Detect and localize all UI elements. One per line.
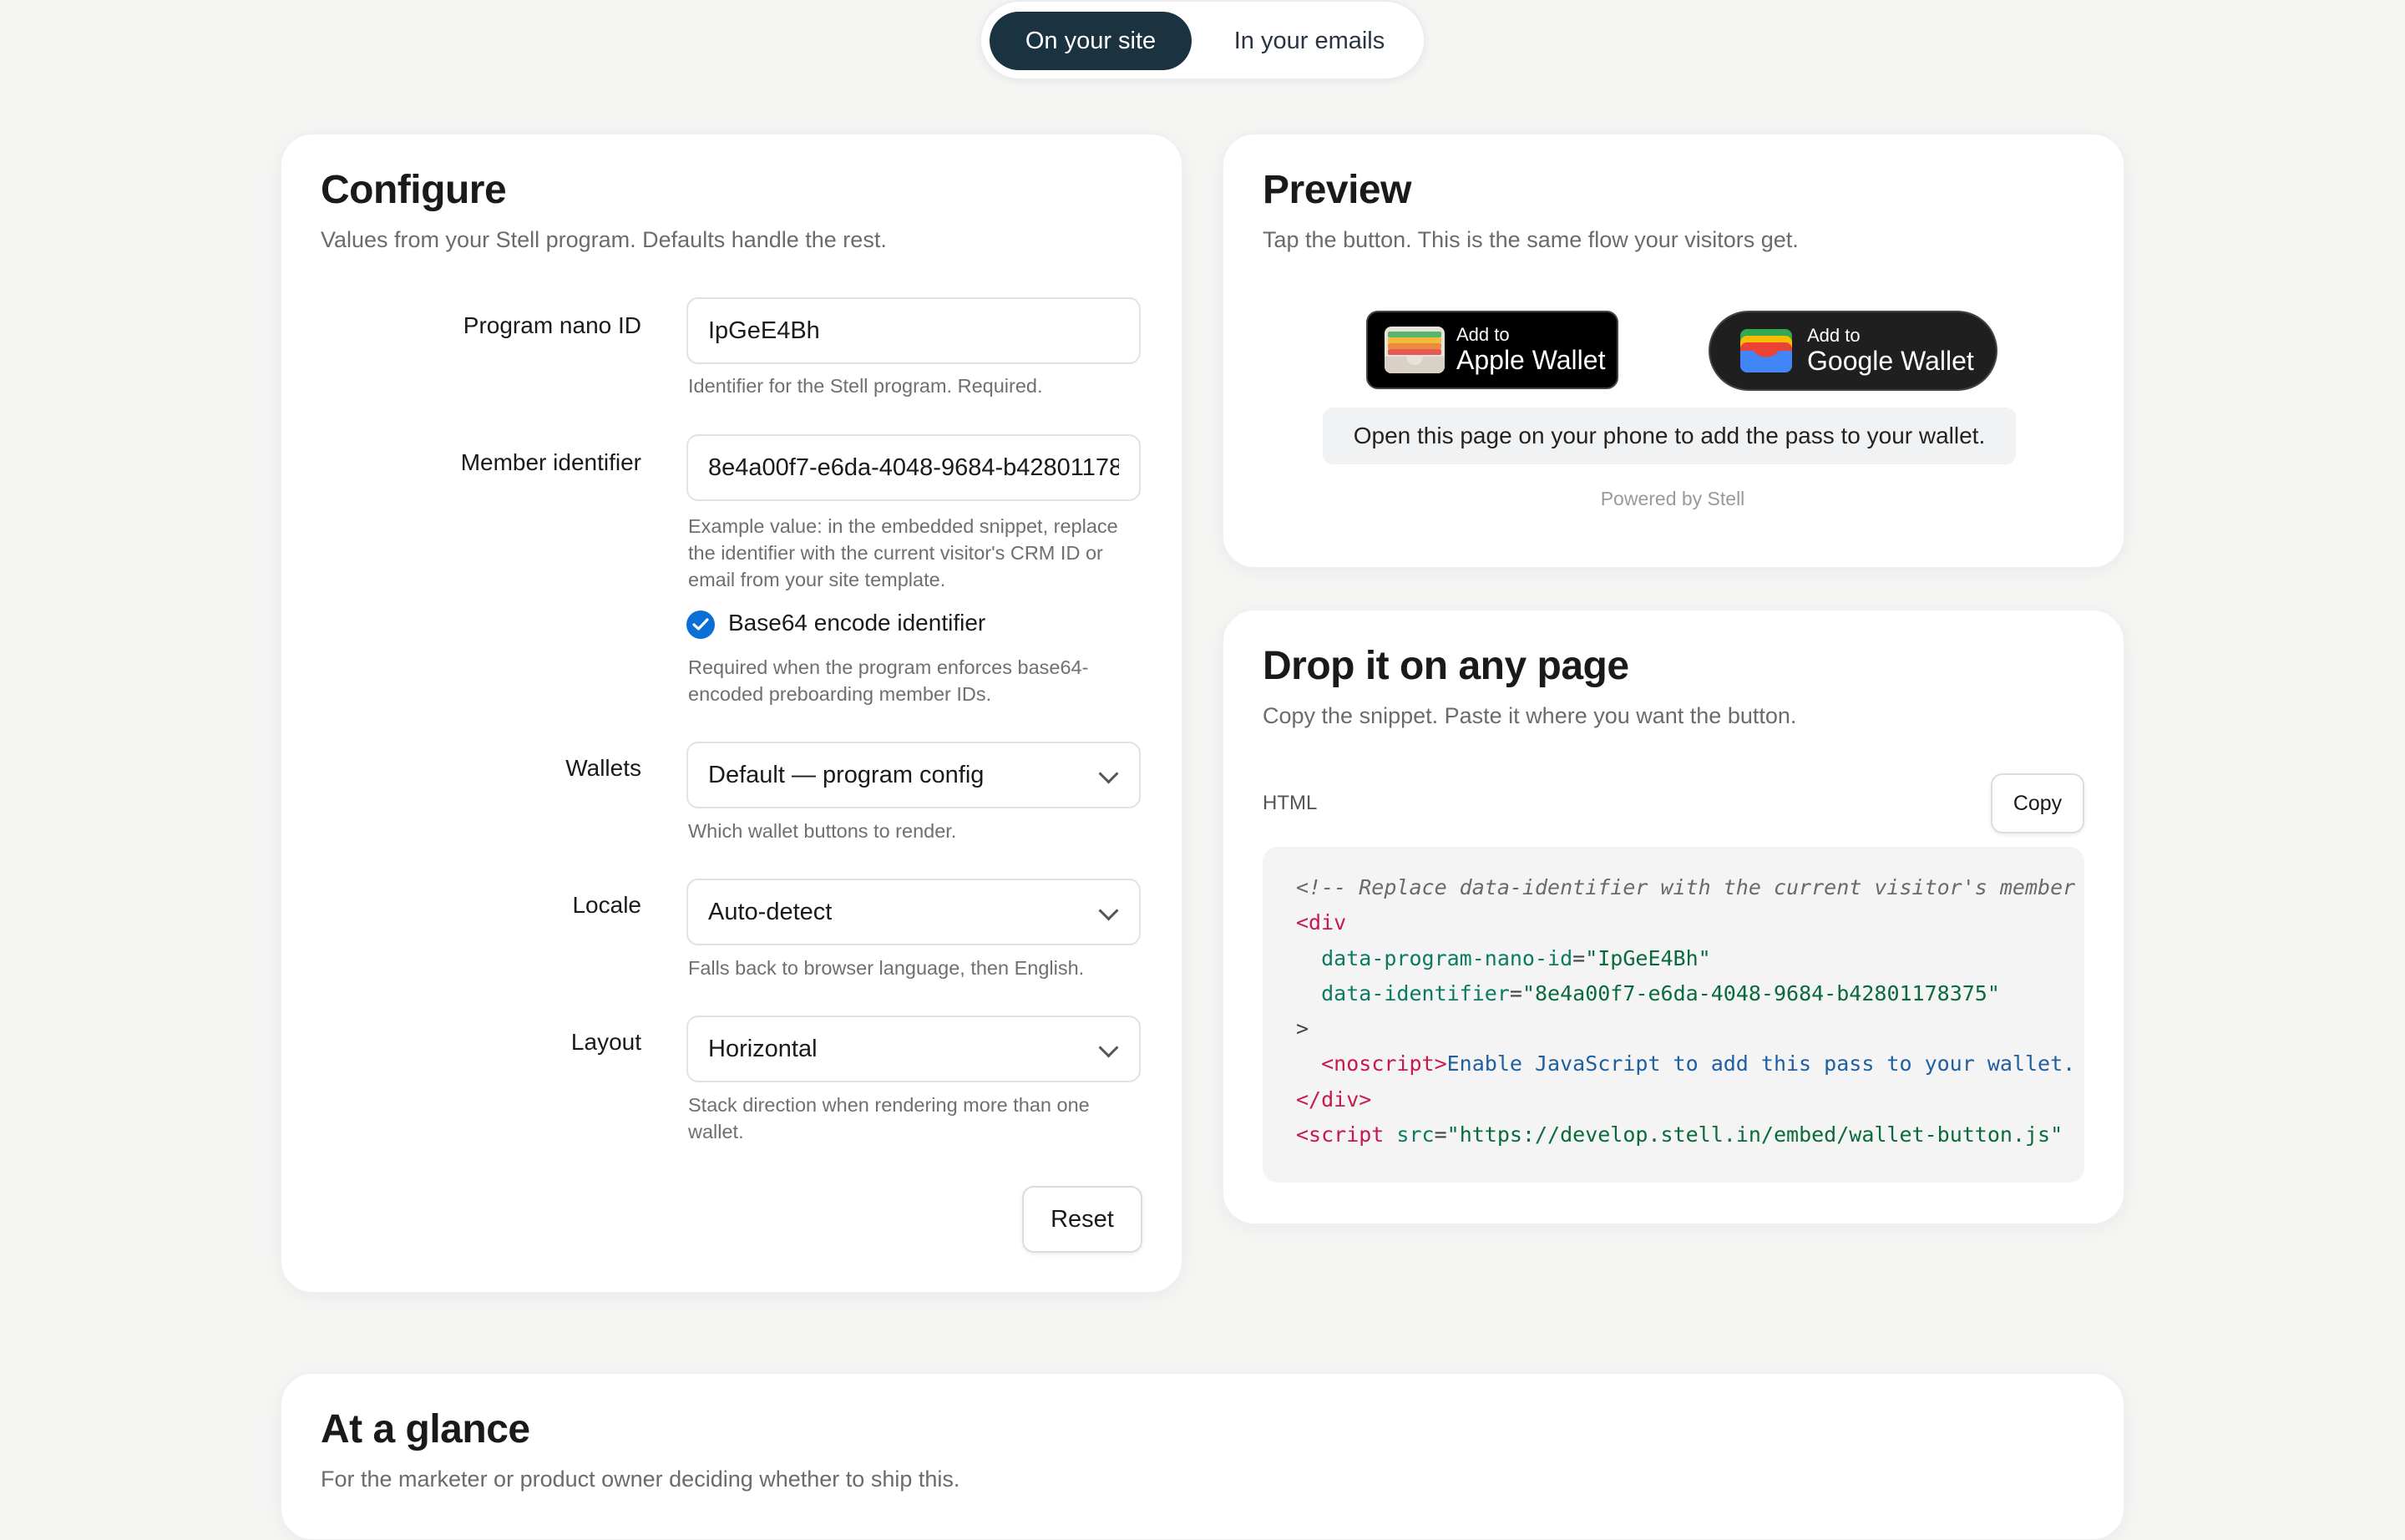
code-attr-nano-id-value: "IpGeE4Bh" [1585, 945, 1711, 970]
code-script-tag: <script [1296, 1122, 1385, 1147]
add-to-google-wallet-button[interactable]: Add to Google Wallet [1709, 311, 1997, 391]
layout-select-value: Horizontal [708, 1035, 818, 1062]
snippet-language-label: HTML [1263, 792, 1318, 814]
program-nano-id-input[interactable]: IpGeE4Bh [686, 297, 1141, 364]
locale-help: Falls back to browser language, then Eng… [688, 957, 1085, 979]
apple-wallet-small-text: Add to [1456, 324, 1510, 345]
code-attr-identifier: data-identifier [1321, 980, 1510, 1006]
add-to-apple-wallet-button[interactable]: Add to Apple Wallet [1366, 311, 1618, 389]
member-identifier-label: Member identifier [460, 449, 641, 475]
base64-help: Required when the program enforces base6… [688, 656, 1089, 705]
tab-on-your-site[interactable]: On your site [990, 12, 1192, 70]
chevron-down-icon [1098, 1037, 1119, 1058]
member-identifier-value: 8e4a00f7-e6da-4048-9684-b42801178375 [708, 453, 1119, 481]
chevron-down-icon [1098, 900, 1119, 921]
phone-notice: Open this page on your phone to add the … [1323, 408, 2016, 464]
code-div-open: <div [1296, 910, 1347, 935]
program-nano-id-help: Identifier for the Stell program. Requir… [688, 375, 1043, 397]
base64-checkbox-label[interactable]: Base64 encode identifier [728, 610, 985, 636]
preview-subtitle: Tap the button. This is the same flow yo… [1263, 227, 1799, 252]
program-nano-id-value: IpGeE4Bh [708, 317, 820, 344]
wallets-help: Which wallet buttons to render. [688, 820, 957, 842]
google-wallet-icon [1740, 329, 1792, 372]
locale-select-value: Auto-detect [708, 898, 833, 925]
program-nano-id-label: Program nano ID [463, 312, 641, 338]
configure-subtitle: Values from your Stell program. Defaults… [321, 227, 887, 252]
locale-select[interactable]: Auto-detect [686, 879, 1141, 945]
code-script-src: "https://develop.stell.in/embed/wallet-b… [1446, 1122, 2063, 1147]
copy-button[interactable]: Copy [1991, 773, 2084, 833]
chevron-down-icon [1098, 763, 1119, 784]
wallets-select-value: Default — program config [708, 761, 985, 788]
at-a-glance-card [281, 1373, 2124, 1540]
member-identifier-help: Example value: in the embedded snippet, … [688, 515, 1118, 590]
configure-title: Configure [321, 168, 507, 212]
layout-label: Layout [570, 1029, 641, 1055]
wallets-label: Wallets [565, 755, 641, 781]
member-identifier-input[interactable]: 8e4a00f7-e6da-4048-9684-b42801178375 [686, 434, 1141, 501]
view-toggle: On your site In your emails [980, 0, 1425, 80]
wallets-select[interactable]: Default — program config [686, 742, 1141, 808]
powered-by-stell[interactable]: Powered by Stell [1219, 488, 2126, 510]
apple-wallet-big-text: Apple Wallet [1456, 345, 1606, 375]
code-script-attr: src [1396, 1122, 1435, 1147]
tab-in-your-emails[interactable]: In your emails [1200, 12, 1419, 70]
at-a-glance-subtitle: For the marketer or product owner decidi… [321, 1467, 960, 1492]
code-comment: <!-- Replace data-identifier with the cu… [1296, 875, 2084, 899]
base64-checkbox[interactable] [686, 610, 715, 639]
code-noscript-text: Enable JavaScript to add this pass to yo… [1446, 1051, 2076, 1076]
at-a-glance-title: At a glance [321, 1407, 530, 1451]
checkmark-icon [692, 618, 709, 631]
locale-label: Locale [572, 892, 641, 918]
code-attr-identifier-value: "8e4a00f7-e6da-4048-9684-b42801178375" [1521, 980, 2000, 1006]
layout-select[interactable]: Horizontal [686, 1016, 1141, 1082]
code-attr-nano-id: data-program-nano-id [1321, 945, 1573, 970]
google-wallet-small-text: Add to [1807, 325, 1861, 346]
google-wallet-big-text: Google Wallet [1807, 346, 1974, 376]
layout-help: Stack direction when rendering more than… [688, 1094, 1090, 1142]
code-div-close: </div> [1296, 1087, 1372, 1112]
reset-button[interactable]: Reset [1022, 1186, 1142, 1253]
snippet-subtitle: Copy the snippet. Paste it where you wan… [1263, 703, 1797, 728]
code-snippet[interactable]: <!-- Replace data-identifier with the cu… [1263, 847, 2084, 1183]
snippet-title: Drop it on any page [1263, 644, 1629, 688]
code-close-bracket: > [1296, 1016, 1309, 1041]
apple-wallet-icon [1385, 327, 1445, 373]
code-noscript-open: <noscript> [1321, 1051, 1447, 1076]
preview-title: Preview [1263, 168, 1411, 212]
